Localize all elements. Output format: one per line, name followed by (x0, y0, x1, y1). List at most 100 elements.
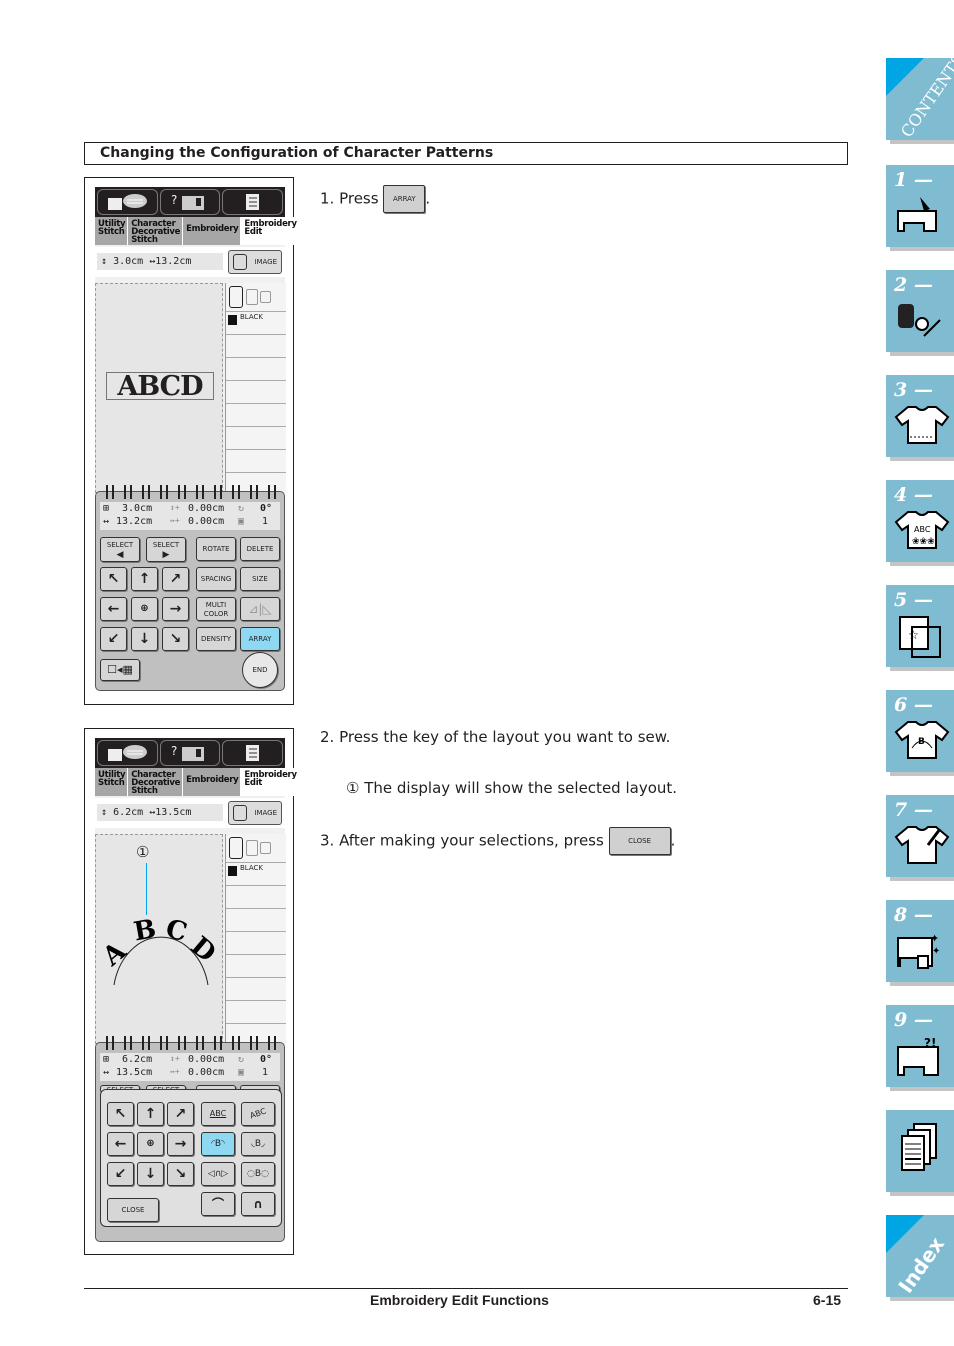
color-row-empty (226, 404, 286, 427)
info-count: 1 (262, 1067, 269, 1078)
move-up-button[interactable]: ↑ (131, 567, 158, 591)
pattern-width: 13.5cm (155, 807, 192, 818)
pattern-preview: ABCD (106, 372, 214, 401)
close-key-reference: CLOSE (608, 827, 671, 855)
move-down-button[interactable]: ↓ (131, 627, 158, 651)
move-up-left-button[interactable]: ↖ (107, 1102, 134, 1126)
side-tab-chapter-5[interactable]: 5 — ☆ (886, 585, 954, 667)
tab-character-decorative[interactable]: Character Decorative Stitch (128, 768, 184, 796)
step-1: 1. Press ARRAY. (320, 185, 430, 213)
move-up-button[interactable]: ↑ (137, 1102, 164, 1126)
select-previous-button[interactable]: SELECT ◀ (100, 537, 140, 562)
hoop-icon (233, 254, 247, 270)
arrow-left-icon: ← (114, 1136, 127, 1152)
category-tabs: Utility Stitch Character Decorative Stit… (95, 768, 300, 796)
side-tab-contents[interactable]: CONTENTS (886, 50, 954, 141)
help-book-button[interactable] (97, 189, 158, 215)
arc-increase-button[interactable]: ∩ (241, 1192, 275, 1216)
arrow-down-left-icon: ↙ (114, 1166, 127, 1182)
image-button[interactable]: IMAGE (228, 250, 282, 274)
side-tab-chapter-3[interactable]: 3 — (886, 375, 954, 457)
layout-circle-reverse-button[interactable]: ◌B◌ (241, 1162, 275, 1186)
tab-character-decorative[interactable]: Character Decorative Stitch (128, 217, 184, 245)
color-row[interactable]: BLACK (226, 863, 286, 886)
move-up-right-button[interactable]: ↗ (162, 567, 189, 591)
settings-button[interactable] (222, 740, 284, 766)
chapter-number: 6 — (894, 694, 933, 716)
mirror-button[interactable]: ⊿|◺ (240, 597, 280, 621)
move-left-button[interactable]: ← (107, 1132, 134, 1156)
delete-button[interactable]: DELETE (240, 537, 280, 561)
image-button[interactable]: IMAGE (228, 801, 282, 825)
layout-arc-down-button[interactable]: ◟B◞ (241, 1132, 275, 1156)
pattern-display: ① A B C D (95, 834, 223, 1044)
image-button-label: IMAGE (254, 809, 277, 817)
tab-utility-stitch[interactable]: Utility Stitch (95, 768, 129, 796)
hoop-medium-icon (246, 289, 258, 305)
page-number: 6-15 (813, 1292, 842, 1308)
layout-straight-button[interactable]: ABC (201, 1102, 235, 1126)
move-down-left-button[interactable]: ↙ (107, 1162, 134, 1186)
circle-layout-icon: ◁∩▷ (207, 1169, 229, 1179)
move-up-left-button[interactable]: ↖ (100, 567, 127, 591)
move-right-button[interactable]: → (162, 597, 189, 621)
machine-help-button[interactable]: ? (159, 189, 221, 215)
mirror-icon: ⊿|◺ (248, 602, 272, 616)
thumbnail-view-button[interactable]: ☐◂▦ (100, 659, 140, 681)
arc-decrease-button[interactable]: ⌒ (201, 1192, 235, 1216)
move-up-right-button[interactable]: ↗ (167, 1102, 194, 1126)
move-right-button[interactable]: → (167, 1132, 194, 1156)
density-button[interactable]: DENSITY (196, 627, 236, 651)
side-tab-appendix[interactable] (886, 1110, 954, 1192)
color-row[interactable]: BLACK (226, 312, 286, 335)
side-tab-chapter-7[interactable]: 7 — (886, 795, 954, 877)
multi-color-button[interactable]: MULTI COLOR (196, 597, 236, 621)
tab-embroidery[interactable]: Embroidery (183, 217, 242, 245)
layout-circle-button[interactable]: ◁∩▷ (201, 1162, 235, 1186)
move-down-button[interactable]: ↓ (137, 1162, 164, 1186)
machine-help-button[interactable]: ? (159, 740, 221, 766)
select-next-button[interactable]: SELECT ▶ (146, 537, 186, 562)
array-button[interactable]: ARRAY (240, 627, 280, 651)
help-book-button[interactable] (97, 740, 158, 766)
tab-embroidery-edit[interactable]: Embroidery Edit (241, 768, 300, 796)
pattern-display: ABCD (95, 283, 223, 493)
tab-utility-stitch[interactable]: Utility Stitch (95, 217, 129, 245)
center-button[interactable]: ⊕ (131, 597, 158, 621)
side-tab-chapter-2[interactable]: 2 — (886, 270, 954, 352)
side-tab-index[interactable]: Index (886, 1215, 954, 1297)
side-tab-chapter-9[interactable]: 9 — ?! (886, 1005, 954, 1087)
move-down-right-button[interactable]: ↘ (167, 1162, 194, 1186)
sewing-machine-help-icon: ? (171, 193, 204, 210)
arched-letter-a: A (96, 936, 132, 973)
spacing-button[interactable]: SPACING (196, 567, 236, 591)
tab-embroidery[interactable]: Embroidery (183, 768, 242, 796)
thread-spool-scissors-icon (898, 304, 941, 337)
center-button[interactable]: ⊕ (137, 1132, 164, 1156)
vertical-offset-icon: ↕+ (170, 1054, 180, 1063)
svg-text:ABC: ABC (914, 525, 931, 534)
arrow-up-icon: ↑ (138, 571, 151, 587)
rotate-button[interactable]: ROTATE (196, 537, 236, 561)
side-tab-chapter-6[interactable]: 6 — B (886, 690, 954, 772)
close-button[interactable]: CLOSE (107, 1198, 159, 1222)
size-button[interactable]: SIZE (240, 567, 280, 591)
layout-arc-up-button[interactable]: ◜B◝ (201, 1132, 235, 1156)
layout-slant-button[interactable]: ABC (241, 1102, 275, 1126)
hoop-large-icon (229, 286, 243, 308)
side-tab-chapter-1[interactable]: 1 — (886, 165, 954, 247)
move-left-button[interactable]: ← (100, 597, 127, 621)
step-2-note: ① The display will show the selected lay… (346, 779, 678, 797)
move-down-right-button[interactable]: ↘ (162, 627, 189, 651)
settings-button[interactable] (222, 189, 284, 215)
side-tab-chapter-4[interactable]: 4 — ABC ❀❀❀ (886, 480, 954, 562)
end-button[interactable]: END (242, 652, 278, 688)
side-tab-chapter-8[interactable]: 8 — ✦ ✦ (886, 900, 954, 982)
arc-bend-icon: ∩ (253, 1197, 263, 1211)
arrow-down-right-icon: ↘ (169, 631, 182, 647)
width-label: ↔ (103, 516, 110, 527)
tab-embroidery-edit[interactable]: Embroidery Edit (241, 217, 300, 245)
rotate-icon: ↻ (238, 1054, 245, 1065)
move-down-left-button[interactable]: ↙ (100, 627, 127, 651)
arrow-down-left-icon: ↙ (107, 631, 120, 647)
